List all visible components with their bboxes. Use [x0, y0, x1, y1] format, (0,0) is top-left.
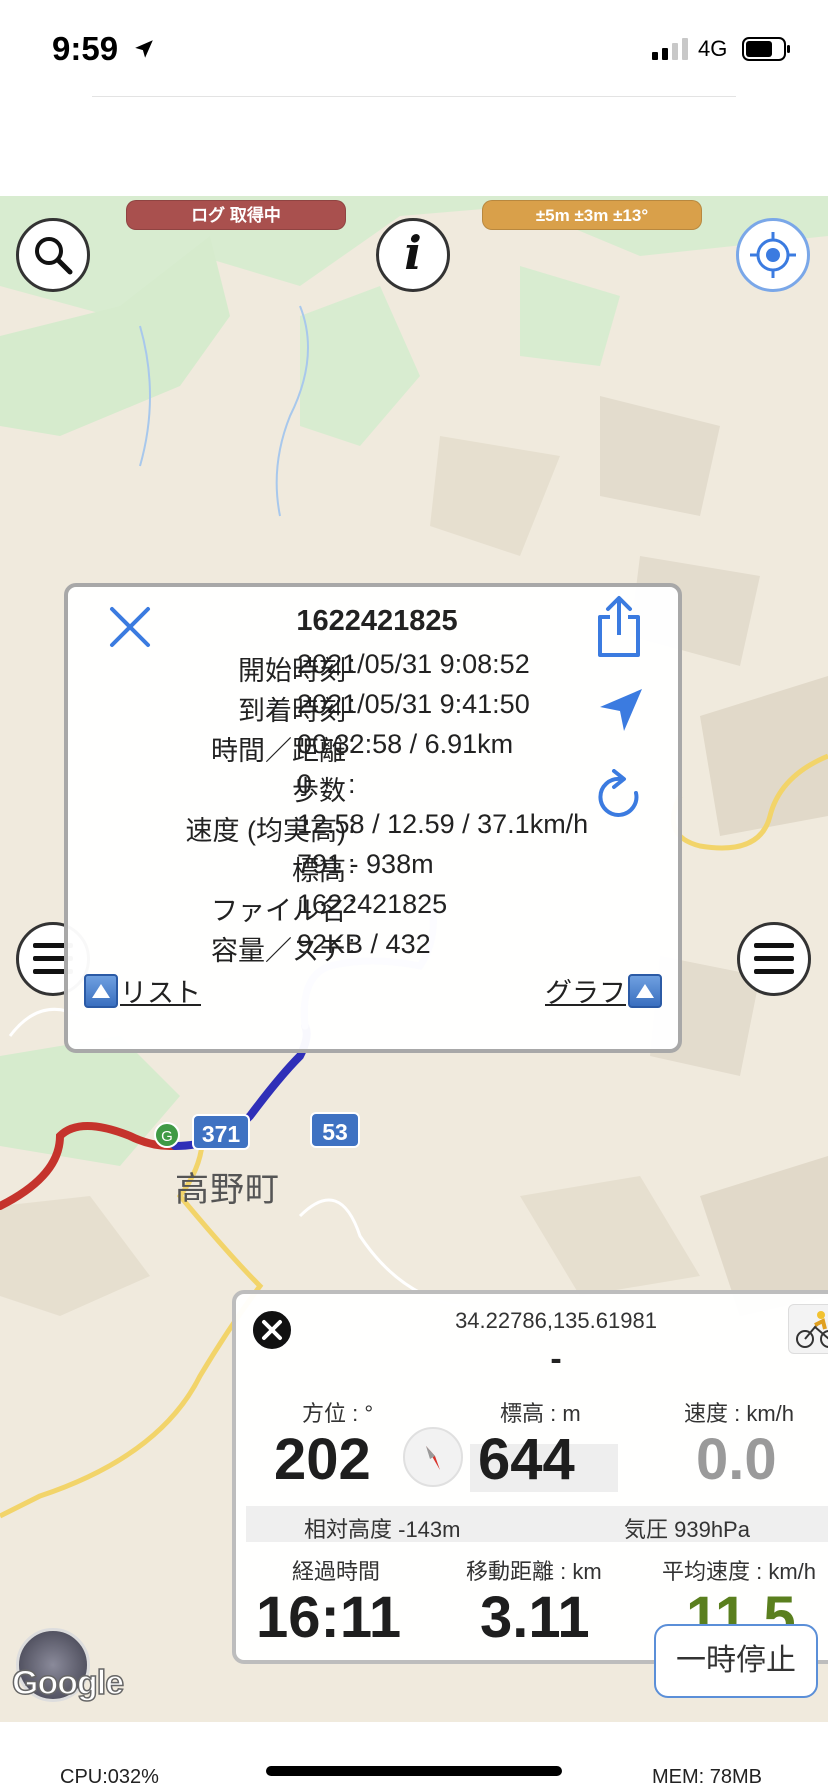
- speed-label: 速度 : km/h: [684, 1401, 795, 1426]
- track-detail-card: 1622421825 開始時刻 : 2021/05/31 9:08:52 到着時…: [64, 583, 682, 1053]
- activity-mode-button[interactable]: [788, 1304, 828, 1354]
- altitude-label: 標高 : m: [500, 1401, 581, 1426]
- accuracy-badge: ±5m ±3m ±13°: [482, 200, 702, 230]
- graph-link-label: グラフ: [545, 978, 626, 1008]
- bottom-bar: CPU:032% MEM: 78MB: [0, 1722, 828, 1792]
- town-label: 高野町: [175, 1171, 280, 1209]
- location-arrow-icon: [135, 40, 153, 58]
- detail-separator: :: [348, 769, 356, 799]
- detail-row-start-time: 開始時刻 : 2021/05/31 9:08:52: [68, 649, 686, 689]
- detail-value: 92KB / 432: [297, 929, 431, 959]
- detail-row-altitude: 標高 : 791 - 938m: [68, 849, 686, 889]
- stats-panel: 34.22786,135.61981 - 方位 : ° 202 標高 : m 6…: [232, 1290, 828, 1664]
- heading-label: 方位 : °: [302, 1401, 374, 1426]
- battery-icon: [742, 37, 790, 61]
- cpu-usage: CPU:032%: [60, 1766, 159, 1788]
- detail-value: 00:32:58 / 6.91km: [297, 729, 514, 759]
- relative-altitude: 相対高度 -143m: [304, 1517, 461, 1542]
- detail-row-size-steps: 容量／ステ : 92KB / 432: [68, 929, 686, 969]
- triangle-up-icon: [84, 973, 118, 1008]
- goal-marker[interactable]: G: [154, 1122, 180, 1148]
- home-indicator[interactable]: [266, 1766, 562, 1776]
- elapsed-time-value: 16:11: [256, 1585, 402, 1650]
- air-pressure: 気圧 939hPa: [624, 1517, 750, 1542]
- list-link[interactable]: リスト: [84, 971, 201, 1010]
- detail-value: 12.58 / 12.59 / 37.1km/h: [297, 809, 589, 839]
- info-icon: i: [404, 226, 422, 280]
- network-type: 4G: [698, 36, 728, 61]
- google-logo: Google: [11, 1663, 125, 1703]
- distance-value: 3.11: [480, 1585, 590, 1650]
- distance-label: 移動距離 : km: [466, 1559, 602, 1584]
- pause-button[interactable]: 一時停止: [654, 1624, 818, 1698]
- detail-row-speed: 速度 (均実高) : 12.58 / 12.59 / 37.1km/h: [68, 809, 686, 849]
- list-link-label: リスト: [120, 978, 201, 1008]
- detail-value: 0: [297, 769, 313, 799]
- status-time: 9:59: [52, 30, 119, 67]
- detail-row-time-distance: 時間／距離 : 00:32:58 / 6.91km: [68, 729, 686, 769]
- crosshair-icon: [750, 232, 796, 278]
- elapsed-time-label: 経過時間: [292, 1559, 381, 1584]
- status-bar: 9:59 4G: [0, 0, 828, 100]
- speed-value: 0.0: [696, 1427, 777, 1492]
- detail-value: 2021/05/31 9:41:50: [297, 689, 530, 719]
- right-menu-button[interactable]: [737, 922, 811, 996]
- avg-speed-label: 平均速度 : km/h: [662, 1559, 817, 1584]
- header-divider: [92, 96, 736, 97]
- info-button[interactable]: i: [376, 218, 450, 292]
- address-text: -: [550, 1340, 562, 1378]
- route-badge-53: 53: [310, 1112, 360, 1148]
- detail-row-steps: 歩数 : 0: [68, 769, 686, 809]
- graph-link[interactable]: グラフ: [545, 971, 662, 1010]
- coordinates: 34.22786,135.61981: [455, 1308, 657, 1333]
- search-button[interactable]: [16, 218, 90, 292]
- detail-value: 791 - 938m: [297, 849, 434, 879]
- altitude-value: 644: [478, 1427, 575, 1492]
- detail-row-arrival-time: 到着時刻 : 2021/05/31 9:41:50: [68, 689, 686, 729]
- hamburger-icon: [754, 943, 794, 974]
- track-detail-rows: 開始時刻 : 2021/05/31 9:08:52 到着時刻 : 2021/05…: [68, 649, 686, 969]
- route-badge-371: 371: [192, 1114, 250, 1150]
- compass-icon: [403, 1427, 463, 1487]
- signal-icon: [652, 38, 688, 60]
- search-icon: [35, 237, 73, 275]
- cyclist-icon: [796, 1311, 828, 1348]
- heading-value: 202: [274, 1427, 371, 1492]
- triangle-up-icon: [628, 973, 662, 1008]
- pressure-strip: 相対高度 -143m 気圧 939hPa: [246, 1506, 828, 1542]
- detail-value: 1622421825: [297, 889, 448, 919]
- current-location-button[interactable]: [736, 218, 810, 292]
- memory-usage: MEM: 78MB: [652, 1766, 763, 1788]
- log-status-badge: ログ 取得中: [126, 200, 346, 230]
- detail-value: 2021/05/31 9:08:52: [297, 649, 530, 679]
- detail-row-filename: ファイル名 : 1622421825: [68, 889, 686, 929]
